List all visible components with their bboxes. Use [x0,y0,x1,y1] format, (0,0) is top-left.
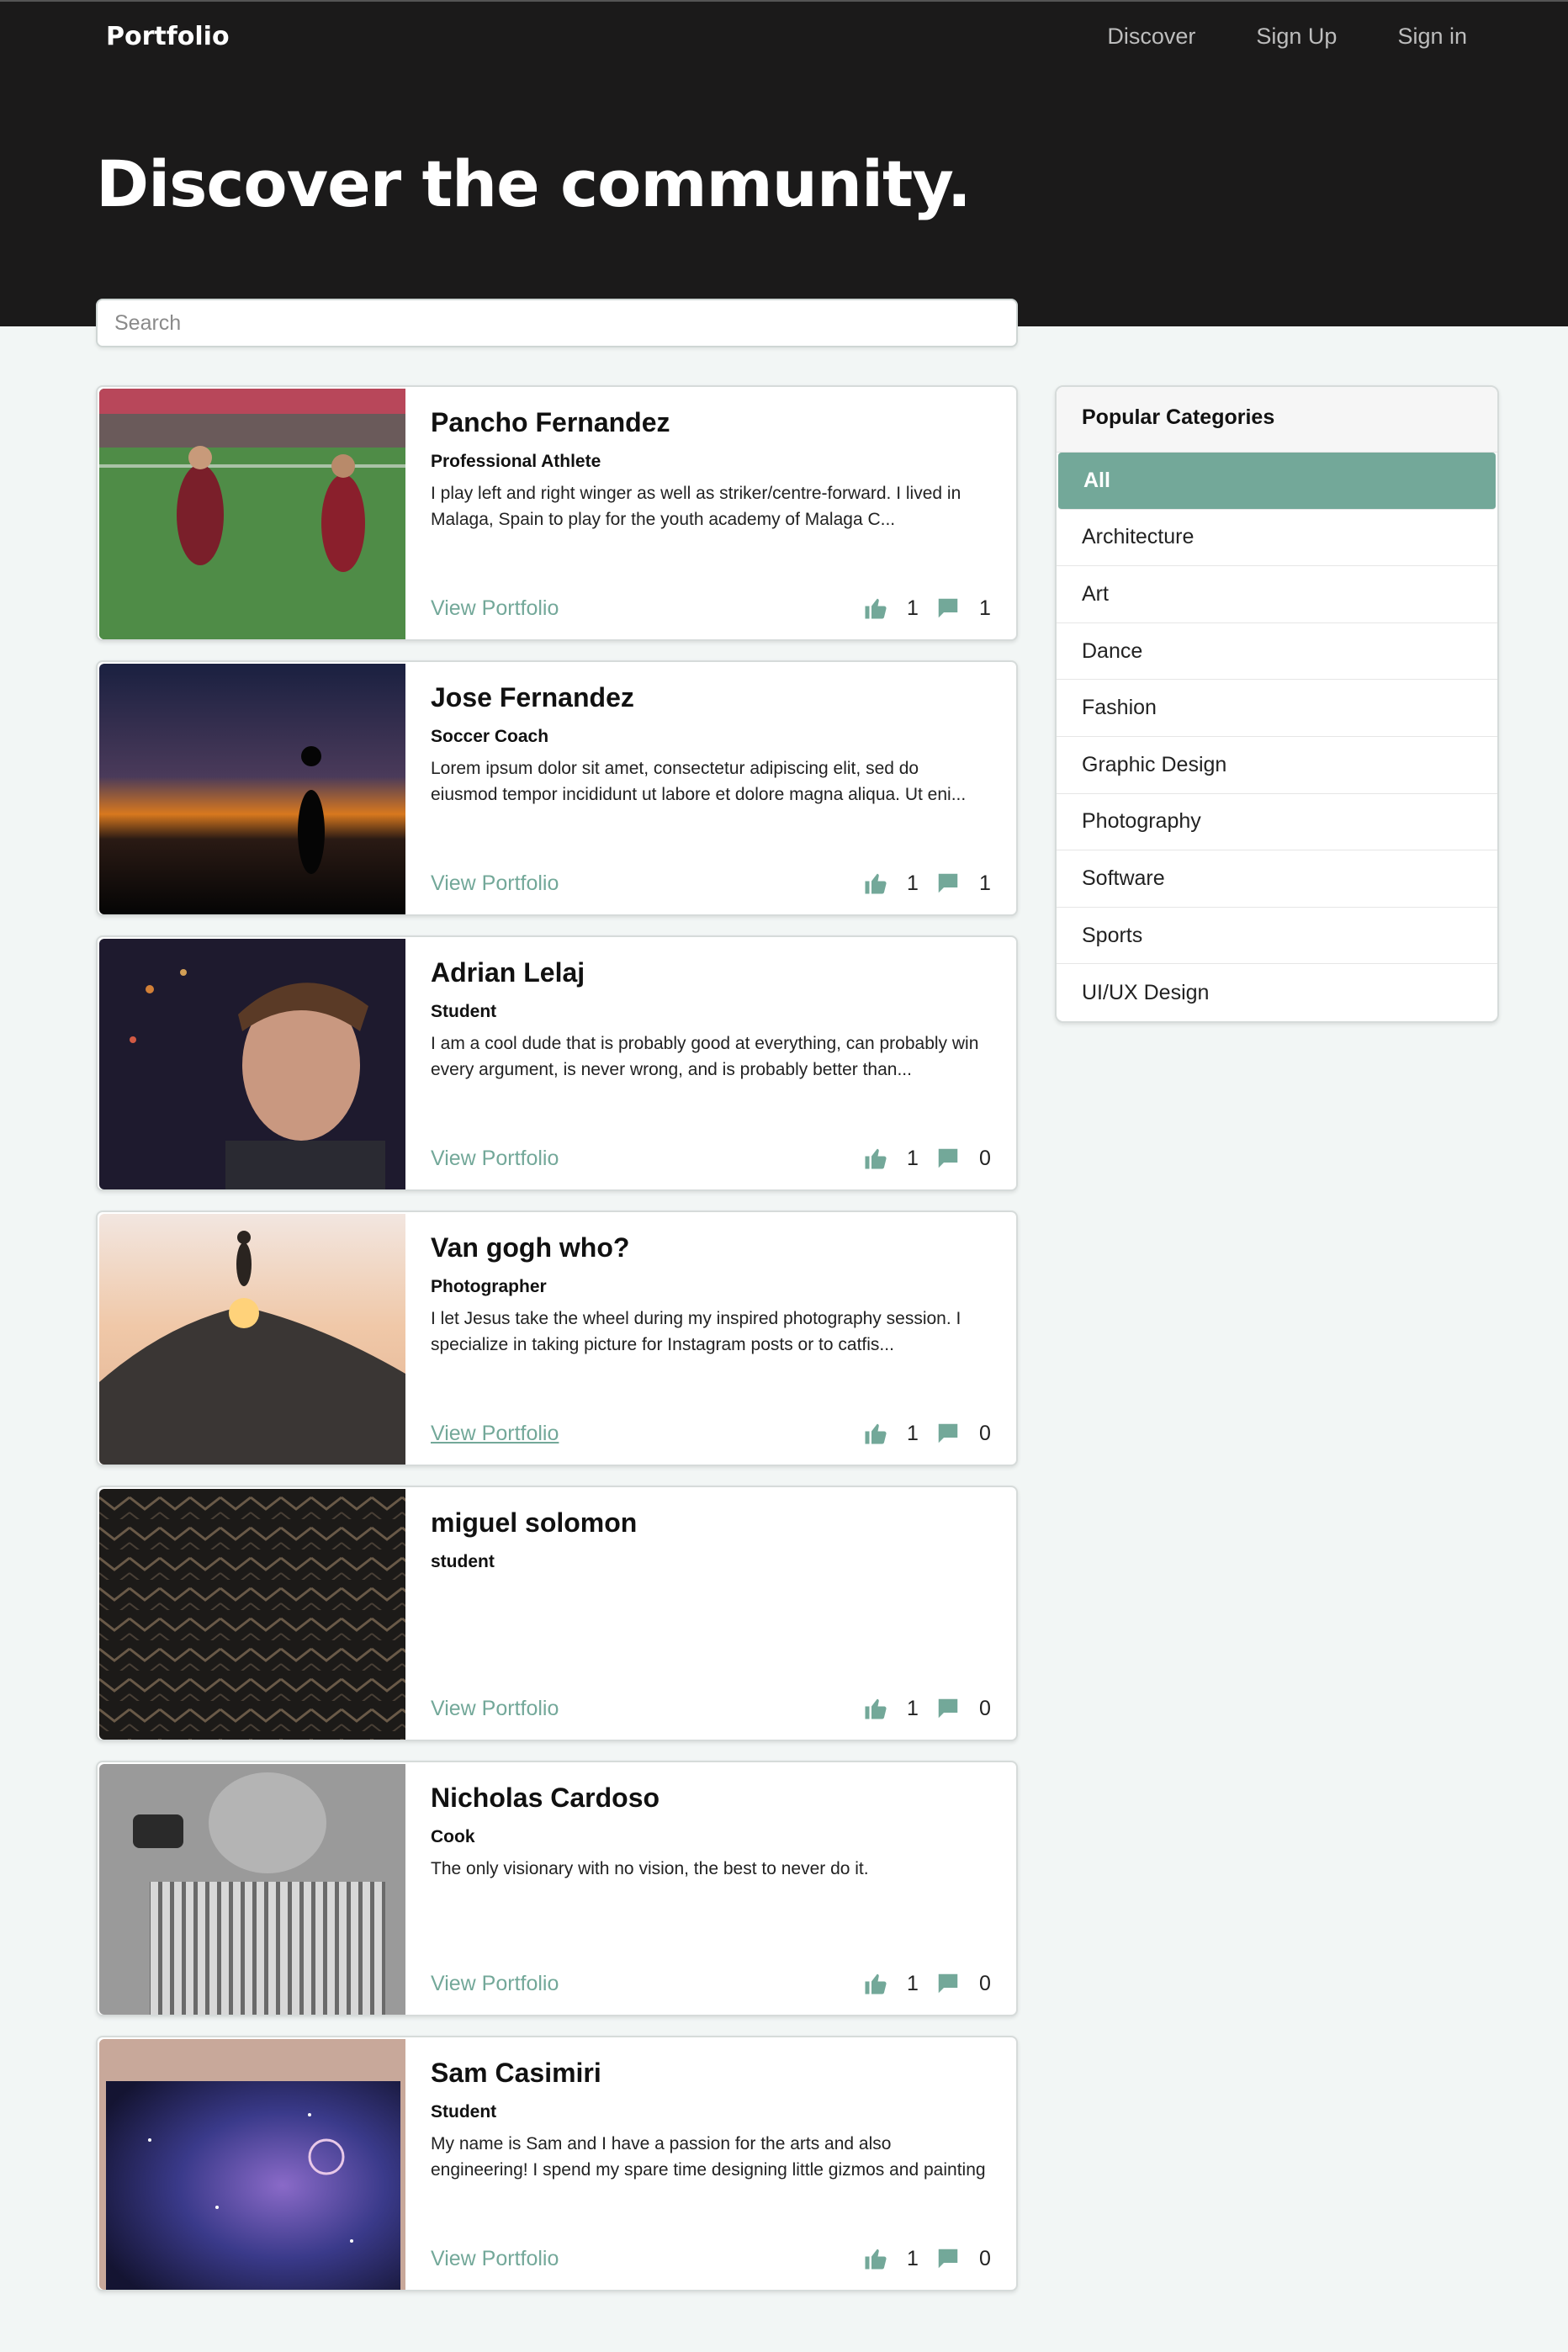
profile-role: Soccer Coach [431,727,549,746]
profile-name: Pancho Fernandez [431,407,670,437]
nav-sign-in[interactable]: Sign in [1397,24,1467,50]
category-dance[interactable]: Dance [1057,623,1497,681]
profile-card: Van gogh who? Photographer I let Jesus t… [96,1210,1018,1466]
top-nav: Discover Sign Up Sign in [1107,24,1467,50]
like-count: 1 [907,1421,919,1445]
profile-role: Student [431,1002,497,1021]
page-title: Discover the community. [96,146,972,221]
view-portfolio-link[interactable]: View Portfolio [431,1147,559,1171]
profile-name: Nicholas Cardoso [431,1783,660,1813]
category-art[interactable]: Art [1057,566,1497,623]
sidebar-title: Popular Categories [1057,387,1497,453]
category-sports[interactable]: Sports [1057,908,1497,965]
comment-icon[interactable] [935,2246,961,2271]
thumbs-up-icon[interactable] [863,1421,888,1446]
profile-photo[interactable] [99,2039,405,2290]
profile-card: Jose Fernandez Soccer Coach Lorem ipsum … [96,660,1018,916]
search-input[interactable] [96,299,1018,347]
comment-count: 1 [979,871,991,895]
like-count: 1 [907,871,919,895]
profile-photo[interactable] [99,1489,405,1740]
profile-role: Photographer [431,1277,547,1296]
comment-count: 0 [979,1146,991,1170]
profile-role: Cook [431,1827,475,1846]
view-portfolio-link[interactable]: View Portfolio [431,1422,559,1446]
profile-bio: Lorem ipsum dolor sit amet, consectetur … [431,759,967,804]
view-portfolio-link[interactable]: View Portfolio [431,2247,559,2271]
profile-card: Pancho Fernandez Professional Athlete I … [96,385,1018,641]
like-count: 1 [907,1971,919,1995]
profile-bio: I am a cool dude that is probably good a… [431,1034,979,1079]
view-portfolio-link[interactable]: View Portfolio [431,871,559,896]
profile-bio: The only visionary with no vision, the b… [431,1859,869,1878]
comment-icon[interactable] [935,596,961,621]
comment-count: 1 [979,596,991,620]
profile-photo[interactable] [99,664,405,914]
profile-name: Adrian Lelaj [431,957,585,988]
profile-bio: I play left and right winger as well as … [431,484,961,529]
like-count: 1 [907,2246,919,2270]
comment-count: 0 [979,2246,991,2270]
profile-card: miguel solomon student View Portfolio 1 … [96,1486,1018,1741]
like-count: 1 [907,1696,919,1720]
profile-list: Pancho Fernandez Professional Athlete I … [96,385,1018,2311]
nav-sign-up[interactable]: Sign Up [1256,24,1337,50]
profile-card: Sam Casimiri Student My name is Sam and … [96,2036,1018,2291]
profile-photo[interactable] [99,1214,405,1465]
profile-role: Student [431,2102,497,2122]
thumbs-up-icon[interactable] [863,1146,888,1171]
comment-count: 0 [979,1696,991,1720]
like-count: 1 [907,596,919,620]
thumbs-up-icon[interactable] [863,2246,888,2271]
thumbs-up-icon[interactable] [863,1696,888,1721]
view-portfolio-link[interactable]: View Portfolio [431,1972,559,1996]
profile-role: student [431,1552,495,1571]
hero-header: Portfolio Discover Sign Up Sign in Disco… [0,0,1568,326]
view-portfolio-link[interactable]: View Portfolio [431,596,559,621]
profile-name: Van gogh who? [431,1232,630,1263]
thumbs-up-icon[interactable] [863,871,888,896]
category-ui-ux-design[interactable]: UI/UX Design [1057,964,1497,1021]
profile-card: Adrian Lelaj Student I am a cool dude th… [96,935,1018,1191]
comment-count: 0 [979,1971,991,1995]
comment-icon[interactable] [935,871,961,896]
category-graphic-design[interactable]: Graphic Design [1057,737,1497,794]
comment-icon[interactable] [935,1971,961,1996]
category-photography[interactable]: Photography [1057,794,1497,851]
profile-photo[interactable] [99,939,405,1189]
category-fashion[interactable]: Fashion [1057,680,1497,737]
profile-name: Sam Casimiri [431,2058,601,2088]
category-all[interactable]: All [1058,453,1496,510]
brand-logo[interactable]: Portfolio [106,22,230,51]
nav-discover[interactable]: Discover [1107,24,1195,50]
comment-icon[interactable] [935,1146,961,1171]
category-software[interactable]: Software [1057,850,1497,908]
comment-icon[interactable] [935,1696,961,1721]
profile-photo[interactable] [99,389,405,639]
profile-name: miguel solomon [431,1507,638,1538]
profile-bio: My name is Sam and I have a passion for … [431,2134,986,2180]
thumbs-up-icon[interactable] [863,1971,888,1996]
profile-card: Nicholas Cardoso Cook The only visionary… [96,1761,1018,2016]
view-portfolio-link[interactable]: View Portfolio [431,1697,559,1721]
profile-photo[interactable] [99,1764,405,2015]
comment-icon[interactable] [935,1421,961,1446]
profile-bio: I let Jesus take the wheel during my ins… [431,1309,961,1354]
category-architecture[interactable]: Architecture [1057,510,1497,567]
thumbs-up-icon[interactable] [863,596,888,621]
profile-name: Jose Fernandez [431,682,634,712]
profile-role: Professional Athlete [431,452,601,471]
comment-count: 0 [979,1421,991,1445]
popular-categories-panel: Popular Categories All Architecture Art … [1055,385,1499,1023]
like-count: 1 [907,1146,919,1170]
